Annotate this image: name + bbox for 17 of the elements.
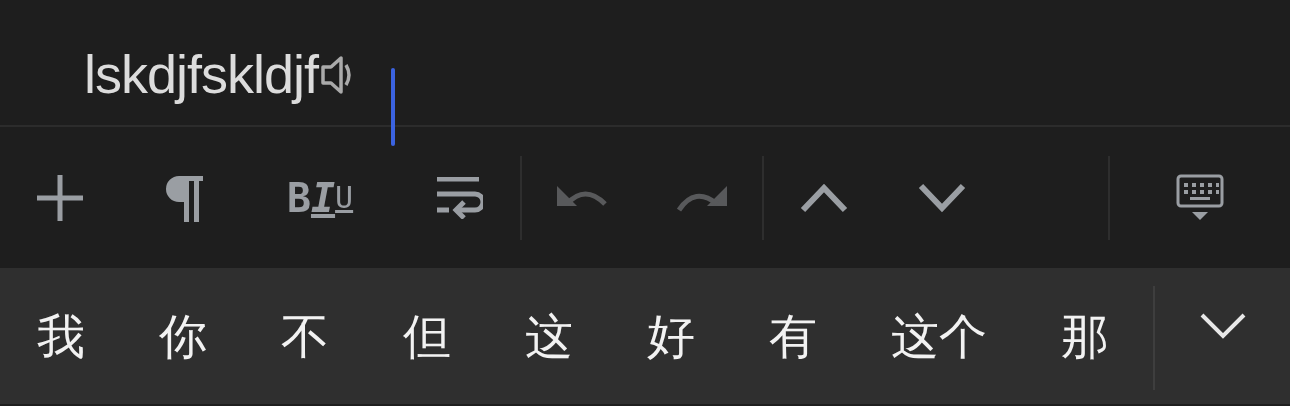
text-wrap-icon [437,176,483,219]
candidate-word[interactable]: 那 [1024,312,1146,360]
candidate-word[interactable]: 有 [732,312,854,360]
chevron-up-icon [800,182,848,213]
editor-text: lskdjfskldjf [84,47,319,106]
text-style-button[interactable]: BIU [240,147,400,248]
candidate-word[interactable]: 好 [610,312,732,360]
keyboard-icon [1176,173,1224,222]
candidate-word[interactable]: 但 [366,312,488,360]
candidate-word[interactable]: 这个 [854,312,1024,360]
plus-icon [37,174,83,221]
candidate-word[interactable]: 你 [122,312,244,360]
chevron-down-icon [918,182,966,213]
candidate-word[interactable]: 不 [244,312,366,360]
chevron-down-icon [1199,313,1246,339]
candidate-word[interactable]: 这 [488,312,610,360]
candidate-word[interactable]: 我 [0,312,122,360]
